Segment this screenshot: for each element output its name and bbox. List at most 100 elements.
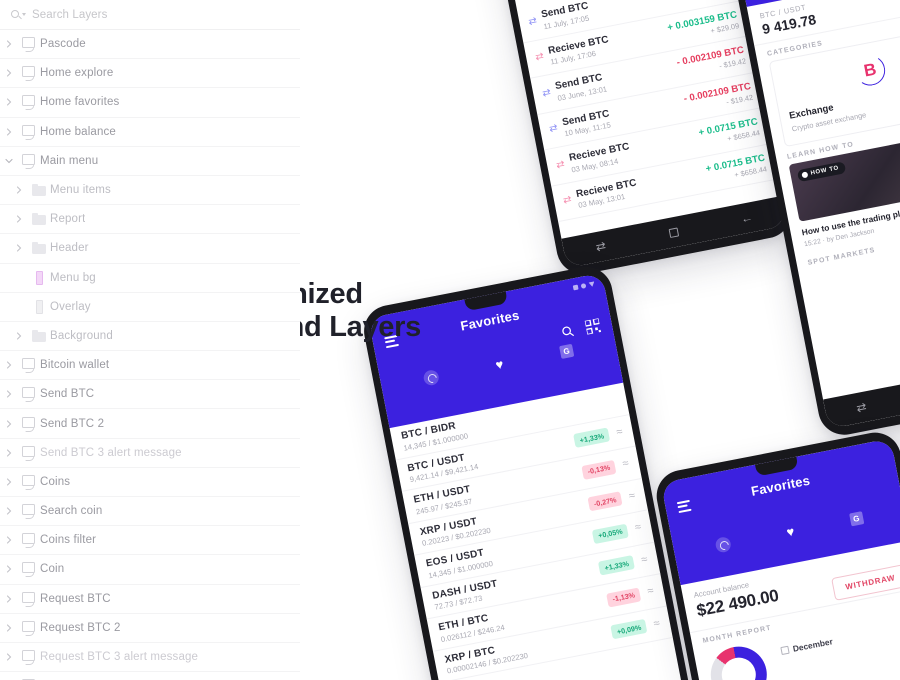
layer-name: Coin — [40, 563, 65, 576]
artboard-icon — [18, 620, 40, 636]
chevron-right-icon[interactable] — [0, 507, 18, 515]
layer-row-request-btc[interactable]: Request BTC — [0, 585, 300, 614]
chevron-right-icon[interactable] — [0, 69, 18, 77]
layer-row-home-explore[interactable]: Home explore — [0, 59, 300, 89]
hamburger-menu-icon[interactable] — [676, 499, 692, 515]
chevron-right-icon[interactable] — [10, 244, 28, 252]
layer-name: Request BTC 3 alert message — [40, 651, 199, 664]
recents-icon[interactable]: ⇄ — [595, 239, 608, 255]
layer-row-search-coin[interactable]: Search coin — [0, 497, 300, 527]
wallet-icon[interactable]: G — [559, 343, 575, 360]
layer-name: Search coin — [40, 505, 103, 518]
back-icon[interactable]: ← — [740, 210, 754, 226]
search-layers-row[interactable]: Search Layers — [0, 0, 300, 30]
layer-name: Coins filter — [40, 534, 97, 547]
chevron-right-icon[interactable] — [10, 332, 28, 340]
layer-name: Header — [50, 242, 89, 255]
chevron-right-icon[interactable] — [0, 390, 18, 398]
chevron-right-icon[interactable] — [10, 215, 28, 223]
chevron-right-icon[interactable] — [0, 361, 18, 369]
layer-name: Overlay — [50, 300, 91, 313]
artboard-icon — [18, 153, 40, 169]
layer-row-report[interactable]: Report — [0, 205, 300, 235]
compass-icon[interactable] — [422, 368, 441, 387]
chevron-right-icon[interactable] — [0, 98, 18, 107]
chevron-right-icon[interactable] — [0, 653, 18, 661]
layer-row-header[interactable]: Header — [0, 234, 300, 264]
layer-name: Send BTC 2 — [40, 417, 105, 430]
android-navigation-bar: ⇄ ← — [823, 357, 900, 430]
artboard-icon — [18, 650, 40, 666]
home-icon[interactable] — [668, 227, 679, 238]
chevron-right-icon[interactable] — [10, 186, 28, 194]
chevron-right-icon[interactable] — [0, 40, 18, 48]
artboard-icon — [18, 474, 40, 490]
artboard-icon — [18, 387, 40, 403]
drag-handle-icon[interactable]: ≈ — [640, 553, 648, 566]
layer-row-coins[interactable]: Coins — [0, 468, 300, 497]
layer-row-bitcoin-wallet[interactable]: Bitcoin wallet — [0, 351, 300, 381]
layer-row-send-btc-3-alert-message[interactable]: Send BTC 3 alert message — [0, 439, 300, 468]
donut-chart — [705, 641, 772, 680]
layer-name: Request BTC 2 — [40, 621, 121, 634]
layer-row-coins-filter[interactable]: Coins filter — [0, 526, 300, 556]
chevron-down-icon[interactable] — [0, 157, 18, 165]
drag-handle-icon[interactable]: ≈ — [634, 521, 642, 534]
search-input[interactable]: Search Layers — [32, 9, 107, 21]
layer-row-home-balance[interactable]: Home balance — [0, 118, 300, 147]
layer-row-send-btc-2[interactable]: Send BTC 2 — [0, 409, 300, 439]
layer-name: Bitcoin wallet — [40, 359, 110, 372]
month-selector[interactable]: December — [780, 636, 834, 656]
layer-row-request-btc-2[interactable]: Request BTC 2 — [0, 614, 300, 643]
drag-handle-icon[interactable]: ≈ — [653, 617, 661, 630]
artboard-icon — [18, 591, 40, 607]
change-badge: +1,33% — [573, 427, 611, 449]
drag-handle-icon[interactable]: ≈ — [628, 490, 636, 503]
rect-gray-icon — [28, 299, 50, 314]
layer-list: Pascode Home explore Home favorites Home ba… — [0, 30, 300, 680]
search-icon[interactable] — [560, 324, 575, 339]
layer-row-menu-bg[interactable]: Menu bg — [0, 264, 300, 293]
layer-row-home-favorites[interactable]: Home favorites — [0, 88, 300, 118]
change-badge: +0,09% — [610, 619, 648, 640]
chevron-right-icon[interactable] — [0, 478, 18, 486]
favorites-list: BTC / BIDR 14,345 / $1.000000 BTC / USDT… — [389, 382, 673, 680]
drag-handle-icon[interactable]: ≈ — [615, 426, 623, 439]
layer-row-background[interactable]: Background — [0, 322, 300, 352]
artboard-icon — [18, 562, 40, 578]
layer-row-main-menu[interactable]: Main menu — [0, 147, 300, 176]
chevron-right-icon[interactable] — [0, 419, 18, 428]
layer-name: Send BTC 3 alert message — [40, 446, 182, 459]
chevron-right-icon[interactable] — [0, 536, 18, 544]
layer-name: Home balance — [40, 125, 116, 138]
compass-icon[interactable] — [714, 535, 733, 554]
layer-row-coin[interactable]: Coin — [0, 555, 300, 585]
heart-icon[interactable]: ♥ — [494, 356, 504, 372]
layer-row-menu-items[interactable]: Menu items — [0, 176, 300, 206]
folder-icon — [28, 213, 50, 226]
heart-icon[interactable]: ♥ — [785, 524, 795, 540]
exchange-bitcoin-icon: B — [852, 52, 888, 89]
chevron-right-icon[interactable] — [0, 595, 18, 603]
chevron-right-icon[interactable] — [0, 624, 18, 632]
wallet-icon[interactable]: G — [848, 511, 864, 527]
qr-code-icon[interactable] — [584, 318, 602, 335]
chevron-right-icon[interactable] — [0, 449, 18, 457]
search-icon — [10, 8, 26, 22]
chevron-right-icon[interactable] — [0, 128, 18, 136]
recents-icon[interactable]: ⇄ — [855, 400, 868, 416]
layer-row-overlay[interactable]: Overlay — [0, 293, 300, 322]
layer-row-pascode[interactable]: Pascode — [0, 30, 300, 60]
change-badge: +1,33% — [598, 555, 635, 576]
chevron-right-icon[interactable] — [0, 565, 18, 574]
layer-name: Home explore — [40, 67, 114, 80]
drag-handle-icon[interactable]: ≈ — [622, 458, 630, 471]
artboard-icon — [18, 504, 40, 520]
artboard-icon — [18, 95, 40, 111]
layer-row-send-btc[interactable]: Send BTC — [0, 380, 300, 410]
layer-row-request-btc-3-alert-message[interactable]: Request BTC 3 alert message — [0, 643, 300, 673]
change-badge: -0,13% — [581, 459, 617, 480]
drag-handle-icon[interactable]: ≈ — [646, 585, 654, 598]
layer-name: Main menu — [40, 154, 99, 167]
layer-row-btc-address[interactable]: BTC Address — [0, 672, 300, 680]
